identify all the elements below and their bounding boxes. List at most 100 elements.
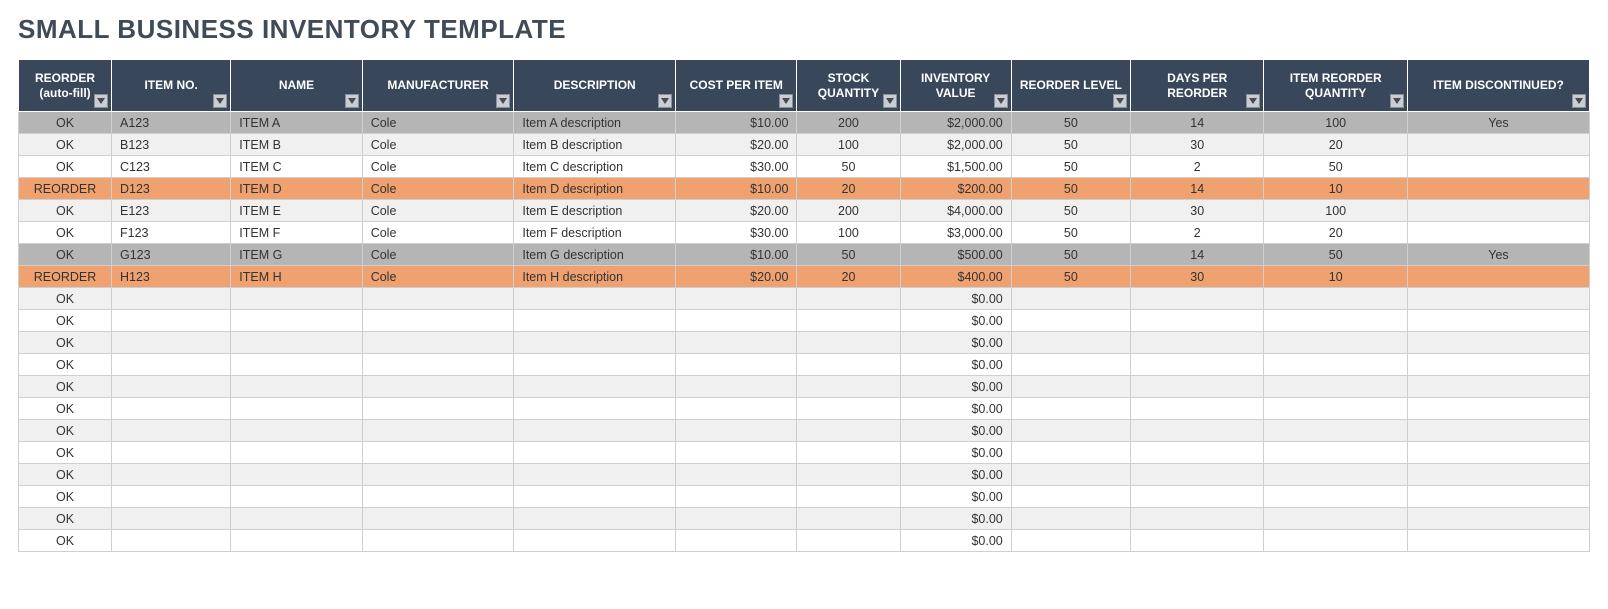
cell[interactable]: Cole xyxy=(362,200,514,222)
cell[interactable] xyxy=(797,442,900,464)
cell[interactable] xyxy=(112,354,231,376)
cell[interactable]: ITEM G xyxy=(231,244,362,266)
cell[interactable] xyxy=(676,310,797,332)
cell[interactable] xyxy=(112,420,231,442)
cell[interactable] xyxy=(676,508,797,530)
cell[interactable] xyxy=(1407,134,1589,156)
cell[interactable] xyxy=(362,376,514,398)
cell[interactable] xyxy=(112,376,231,398)
cell[interactable] xyxy=(1131,508,1264,530)
cell[interactable]: 100 xyxy=(1264,112,1408,134)
cell[interactable] xyxy=(1131,376,1264,398)
filter-dropdown-icon[interactable] xyxy=(1390,94,1404,108)
cell[interactable]: Item F description xyxy=(514,222,676,244)
cell[interactable]: OK xyxy=(19,486,112,508)
column-header[interactable]: REORDER(auto-fill) xyxy=(19,60,112,112)
cell[interactable]: $500.00 xyxy=(900,244,1011,266)
cell[interactable] xyxy=(676,420,797,442)
cell[interactable] xyxy=(231,486,362,508)
cell[interactable] xyxy=(1131,398,1264,420)
filter-dropdown-icon[interactable] xyxy=(658,94,672,108)
cell[interactable]: 14 xyxy=(1131,178,1264,200)
cell[interactable] xyxy=(797,398,900,420)
cell[interactable]: OK xyxy=(19,244,112,266)
cell[interactable] xyxy=(1407,442,1589,464)
cell[interactable]: Cole xyxy=(362,134,514,156)
cell[interactable] xyxy=(1407,530,1589,552)
cell[interactable] xyxy=(1407,178,1589,200)
cell[interactable]: A123 xyxy=(112,112,231,134)
cell[interactable]: 30 xyxy=(1131,200,1264,222)
cell[interactable]: 50 xyxy=(1011,222,1130,244)
cell[interactable] xyxy=(231,398,362,420)
cell[interactable]: Cole xyxy=(362,222,514,244)
cell[interactable] xyxy=(1131,530,1264,552)
cell[interactable]: 100 xyxy=(797,222,900,244)
cell[interactable]: Cole xyxy=(362,156,514,178)
cell[interactable]: $2,000.00 xyxy=(900,112,1011,134)
cell[interactable]: Item D description xyxy=(514,178,676,200)
cell[interactable]: $0.00 xyxy=(900,508,1011,530)
cell[interactable]: $2,000.00 xyxy=(900,134,1011,156)
cell[interactable]: 30 xyxy=(1131,134,1264,156)
cell[interactable] xyxy=(676,398,797,420)
cell[interactable] xyxy=(231,288,362,310)
cell[interactable]: 50 xyxy=(1011,134,1130,156)
cell[interactable] xyxy=(112,310,231,332)
cell[interactable]: Cole xyxy=(362,266,514,288)
cell[interactable]: 100 xyxy=(797,134,900,156)
cell[interactable] xyxy=(362,310,514,332)
cell[interactable] xyxy=(1011,464,1130,486)
cell[interactable] xyxy=(112,288,231,310)
cell[interactable]: $20.00 xyxy=(676,266,797,288)
column-header[interactable]: INVENTORY VALUE xyxy=(900,60,1011,112)
cell[interactable] xyxy=(514,442,676,464)
cell[interactable] xyxy=(797,376,900,398)
cell[interactable]: $0.00 xyxy=(900,288,1011,310)
filter-dropdown-icon[interactable] xyxy=(883,94,897,108)
cell[interactable]: D123 xyxy=(112,178,231,200)
filter-dropdown-icon[interactable] xyxy=(779,94,793,108)
cell[interactable]: ITEM H xyxy=(231,266,362,288)
cell[interactable] xyxy=(514,464,676,486)
column-header[interactable]: DESCRIPTION xyxy=(514,60,676,112)
cell[interactable]: $20.00 xyxy=(676,134,797,156)
cell[interactable]: $0.00 xyxy=(900,376,1011,398)
cell[interactable]: $0.00 xyxy=(900,442,1011,464)
cell[interactable] xyxy=(1407,222,1589,244)
cell[interactable]: $30.00 xyxy=(676,222,797,244)
cell[interactable]: 200 xyxy=(797,112,900,134)
cell[interactable] xyxy=(362,332,514,354)
cell[interactable]: 30 xyxy=(1131,266,1264,288)
cell[interactable] xyxy=(1011,508,1130,530)
cell[interactable] xyxy=(112,486,231,508)
cell[interactable]: OK xyxy=(19,376,112,398)
cell[interactable]: Item C description xyxy=(514,156,676,178)
cell[interactable]: B123 xyxy=(112,134,231,156)
cell[interactable]: $3,000.00 xyxy=(900,222,1011,244)
cell[interactable]: 2 xyxy=(1131,156,1264,178)
cell[interactable] xyxy=(676,530,797,552)
cell[interactable]: OK xyxy=(19,310,112,332)
cell[interactable] xyxy=(514,354,676,376)
cell[interactable] xyxy=(362,486,514,508)
cell[interactable] xyxy=(112,332,231,354)
cell[interactable]: ITEM C xyxy=(231,156,362,178)
cell[interactable] xyxy=(231,354,362,376)
cell[interactable]: 200 xyxy=(797,200,900,222)
cell[interactable]: $400.00 xyxy=(900,266,1011,288)
cell[interactable] xyxy=(1264,464,1408,486)
cell[interactable] xyxy=(1131,288,1264,310)
cell[interactable] xyxy=(1011,332,1130,354)
cell[interactable] xyxy=(1407,420,1589,442)
cell[interactable]: OK xyxy=(19,134,112,156)
cell[interactable] xyxy=(1011,288,1130,310)
cell[interactable]: C123 xyxy=(112,156,231,178)
cell[interactable] xyxy=(1407,464,1589,486)
cell[interactable] xyxy=(1011,442,1130,464)
cell[interactable] xyxy=(231,310,362,332)
cell[interactable] xyxy=(362,508,514,530)
cell[interactable]: Item A description xyxy=(514,112,676,134)
cell[interactable] xyxy=(231,442,362,464)
cell[interactable]: OK xyxy=(19,398,112,420)
